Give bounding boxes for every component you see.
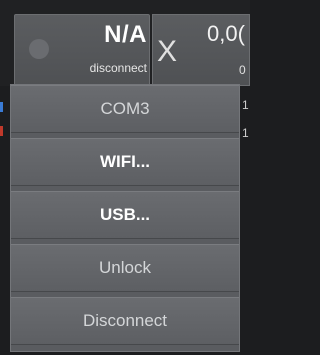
menu-item-usb[interactable]: USB...	[11, 191, 239, 239]
axis-x-subvalue: 0	[239, 63, 246, 77]
axis-x-value: 0,0(	[207, 21, 245, 46]
connection-dropdown-menu: COM3 WIFI... USB... Unlock Disconnect	[10, 84, 240, 352]
menu-item-disconnect[interactable]: Disconnect	[11, 297, 239, 345]
top-toolbar: N/A disconnect X 0,0( 0	[0, 0, 250, 86]
connection-button[interactable]: N/A disconnect	[14, 14, 150, 86]
connection-value: N/A	[104, 21, 147, 48]
menu-item-com3[interactable]: COM3	[11, 85, 239, 133]
menu-item-wifi[interactable]: WIFI...	[11, 138, 239, 186]
left-edge-markers	[0, 90, 10, 350]
edge-marker-red	[0, 126, 3, 136]
right-edge-text-1: 1	[242, 98, 249, 112]
menu-item-unlock[interactable]: Unlock	[11, 244, 239, 292]
axis-x-label: X	[157, 35, 178, 68]
connection-status-label: disconnect	[89, 61, 147, 75]
axis-x-panel[interactable]: X 0,0( 0	[152, 14, 250, 86]
edge-marker-blue	[0, 102, 3, 112]
connection-status-icon	[29, 39, 49, 59]
right-edge-text-2: 1	[242, 126, 249, 140]
